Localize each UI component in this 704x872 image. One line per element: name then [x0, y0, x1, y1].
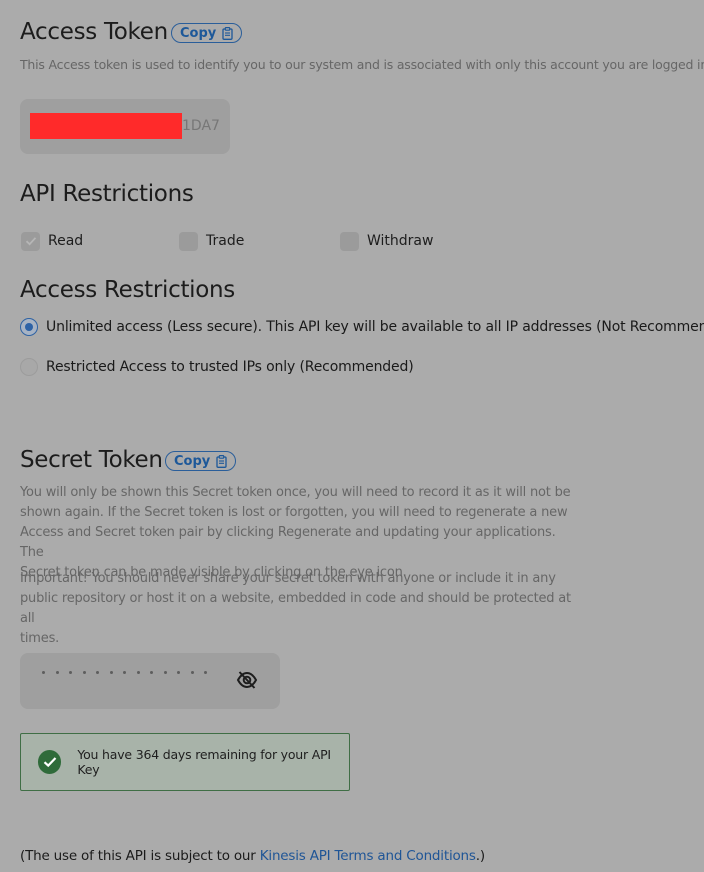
secret-desc-line: Access and Secret token pair by clicking…: [20, 525, 556, 560]
access-token-value: 1DA7: [182, 118, 220, 134]
clipboard-icon: [216, 454, 227, 468]
withdraw-checkbox-row[interactable]: Withdraw: [340, 230, 433, 252]
days-remaining-notice: You have 364 days remaining for your API…: [20, 733, 350, 791]
copy-access-token-button[interactable]: Copy: [171, 23, 243, 43]
secret-warning-line: Important! You should never share your s…: [20, 571, 556, 586]
trade-label: Trade: [206, 233, 245, 249]
access-restrictions-title: Access Restrictions: [20, 277, 235, 303]
access-token-title: Access Token: [20, 19, 168, 45]
read-checkbox[interactable]: [21, 231, 40, 251]
notice-text: You have 364 days remaining for your API…: [77, 747, 331, 777]
mask-dot: [190, 671, 194, 674]
mask-dot: [55, 671, 59, 674]
restricted-access-radio[interactable]: [20, 358, 38, 376]
read-label: Read: [48, 233, 84, 249]
mask-dot: [163, 671, 167, 674]
token-redaction: [30, 113, 182, 139]
clipboard-icon: [222, 26, 233, 40]
secret-desc-line: shown again. If the Secret token is lost…: [20, 505, 568, 520]
mask-dot: [69, 671, 72, 674]
secret-desc-line: You will only be shown this Secret token…: [20, 485, 571, 500]
trade-checkbox-row[interactable]: Trade: [179, 230, 244, 252]
secret-token-warning: Important! You should never share your s…: [20, 569, 580, 649]
withdraw-label: Withdraw: [367, 233, 434, 249]
terms-footer: (The use of this API is subject to our K…: [20, 848, 485, 864]
access-token-field[interactable]: 1DA7: [20, 99, 230, 154]
mask-dot: [136, 671, 140, 674]
api-restrictions-title: API Restrictions: [20, 181, 194, 207]
terms-link[interactable]: Kinesis API Terms and Conditions: [260, 848, 476, 864]
read-checkbox-row[interactable]: Read: [21, 230, 83, 252]
mask-dot: [204, 671, 207, 674]
copy-secret-token-label: Copy: [174, 453, 211, 469]
trade-checkbox[interactable]: [179, 231, 198, 251]
withdraw-checkbox[interactable]: [340, 231, 359, 251]
secret-warning-line: public repository or host it on a websit…: [20, 591, 571, 626]
copy-secret-token-button[interactable]: Copy: [165, 451, 237, 471]
secret-token-field[interactable]: [20, 653, 280, 709]
check-icon: [25, 237, 36, 246]
mask-dot: [177, 671, 180, 674]
mask-dot: [96, 671, 99, 674]
check-circle-icon: [38, 750, 62, 774]
mask-dot: [82, 671, 86, 674]
mask-dot: [123, 671, 126, 674]
secret-token-title: Secret Token: [20, 447, 163, 473]
footer-prefix: (The use of this API is subject to our: [20, 848, 260, 864]
copy-access-token-label: Copy: [180, 25, 217, 41]
unlimited-access-radio[interactable]: [20, 318, 38, 336]
unlimited-access-label: Unlimited access (Less secure). This API…: [46, 319, 704, 335]
mask-dot: [42, 671, 45, 674]
restricted-access-option[interactable]: Restricted Access to trusted IPs only (R…: [20, 357, 414, 377]
footer-suffix: .): [475, 848, 485, 864]
unlimited-access-option[interactable]: Unlimited access (Less secure). This API…: [20, 317, 704, 337]
masked-secret: [42, 671, 207, 674]
mask-dot: [150, 671, 153, 674]
restricted-access-label: Restricted Access to trusted IPs only (R…: [46, 359, 414, 375]
mask-dot: [109, 671, 113, 674]
eye-off-icon[interactable]: [236, 670, 258, 695]
access-token-description: This Access token is used to identify yo…: [20, 57, 704, 72]
secret-warning-line: times.: [20, 631, 60, 646]
secret-token-description: You will only be shown this Secret token…: [20, 483, 580, 583]
